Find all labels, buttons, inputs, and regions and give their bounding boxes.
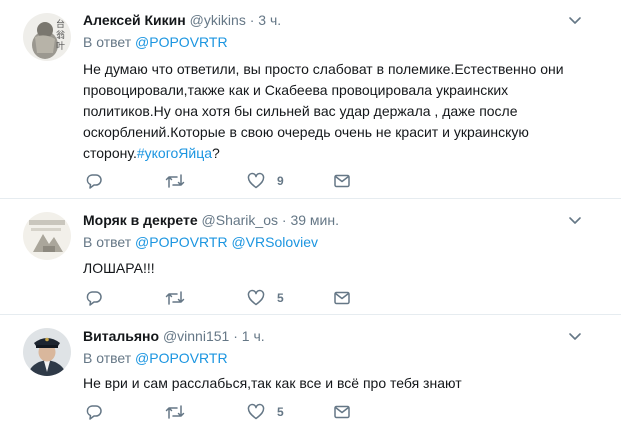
- like-count: 5: [277, 291, 284, 305]
- reply-mention[interactable]: @VRSoloviev: [231, 234, 318, 250]
- user-handle[interactable]: @Sharik_os: [202, 212, 278, 228]
- retweet-icon: [165, 174, 185, 188]
- direct-message-icon: [334, 174, 350, 188]
- retweet-icon: [165, 405, 185, 419]
- direct-message-icon: [334, 405, 350, 419]
- hashtag-link[interactable]: #укогоЯйца: [137, 145, 212, 161]
- tweet-text: ЛОШАРА!!!: [83, 258, 583, 279]
- svg-text:台: 台: [56, 18, 65, 30]
- direct-message-icon: [334, 291, 350, 305]
- tweet-text: Не ври и сам расслабься,так как все и вс…: [83, 373, 583, 394]
- timestamp[interactable]: 39 мин.: [290, 212, 339, 228]
- reply-context: В ответ @POPOVRTR: [83, 33, 228, 52]
- direct-message-button[interactable]: [333, 402, 351, 422]
- avatar[interactable]: [23, 212, 71, 260]
- reply-icon: [86, 291, 102, 306]
- display-name[interactable]: Витальяно: [83, 328, 159, 344]
- like-button[interactable]: 5: [247, 288, 284, 308]
- display-name[interactable]: Моряк в декрете: [83, 212, 198, 228]
- tweet-text: Не думаю что ответили, вы просто слабова…: [83, 59, 583, 164]
- chevron-down-icon[interactable]: [567, 328, 583, 344]
- tweet-text-main: ЛОШАРА!!!: [83, 260, 155, 276]
- tweet-1[interactable]: 台 翁 叶 Алексей Кикин @ykikins · 3 ч. В от…: [0, 0, 621, 199]
- avatar[interactable]: 台 翁 叶: [23, 13, 71, 61]
- tweet-header: Алексей Кикин @ykikins · 3 ч.: [83, 11, 281, 30]
- heart-icon: [247, 289, 265, 306]
- heart-icon: [247, 403, 265, 420]
- direct-message-button[interactable]: [333, 288, 351, 308]
- user-handle[interactable]: @ykikins: [190, 12, 246, 28]
- avatar[interactable]: [23, 328, 71, 376]
- reply-button[interactable]: [85, 171, 103, 191]
- separator: ·: [249, 12, 255, 28]
- action-bar: 9: [83, 171, 443, 191]
- like-count: 9: [277, 174, 284, 188]
- timestamp[interactable]: 3 ч.: [258, 12, 281, 28]
- svg-text:叶: 叶: [56, 41, 65, 52]
- retweet-icon: [165, 291, 185, 305]
- reply-context: В ответ @POPOVRTR: [83, 349, 228, 368]
- reply-context: В ответ @POPOVRTR @VRSoloviev: [83, 233, 318, 252]
- tweet-2[interactable]: Моряк в декрете @Sharik_os · 39 мин. В о…: [0, 200, 621, 315]
- user-handle[interactable]: @vinni151: [163, 328, 229, 344]
- svg-text:翁: 翁: [56, 29, 65, 41]
- action-bar: 5: [83, 288, 443, 308]
- separator: ·: [281, 212, 287, 228]
- like-count: 5: [277, 405, 284, 419]
- reply-prefix: В ответ: [83, 234, 132, 250]
- chevron-down-icon[interactable]: [567, 12, 583, 28]
- heart-icon: [247, 172, 265, 189]
- tweet-text-main: Не ври и сам расслабься,так как все и вс…: [83, 375, 462, 391]
- reply-prefix: В ответ: [83, 34, 132, 50]
- like-button[interactable]: 9: [247, 171, 284, 191]
- separator: ·: [233, 328, 238, 344]
- retweet-button[interactable]: [165, 171, 185, 191]
- reply-button[interactable]: [85, 402, 103, 422]
- retweet-button[interactable]: [165, 402, 185, 422]
- reply-icon: [86, 174, 102, 189]
- chevron-down-icon[interactable]: [567, 212, 583, 228]
- reply-button[interactable]: [85, 288, 103, 308]
- tweet-text-end: ?: [212, 145, 220, 161]
- reply-mention[interactable]: @POPOVRTR: [135, 34, 228, 50]
- tweet-header: Витальяно @vinni151 · 1 ч.: [83, 327, 265, 346]
- reply-prefix: В ответ: [83, 350, 132, 366]
- like-button[interactable]: 5: [247, 402, 284, 422]
- timestamp[interactable]: 1 ч.: [242, 328, 265, 344]
- tweet-3[interactable]: Витальяно @vinni151 · 1 ч. В ответ @POPO…: [0, 316, 621, 423]
- tweet-header: Моряк в декрете @Sharik_os · 39 мин.: [83, 211, 339, 230]
- display-name[interactable]: Алексей Кикин: [83, 12, 186, 28]
- reply-mention[interactable]: @POPOVRTR: [135, 234, 228, 250]
- retweet-button[interactable]: [165, 288, 185, 308]
- reply-icon: [86, 405, 102, 420]
- direct-message-button[interactable]: [333, 171, 351, 191]
- reply-mention[interactable]: @POPOVRTR: [135, 350, 228, 366]
- action-bar: 5: [83, 402, 443, 422]
